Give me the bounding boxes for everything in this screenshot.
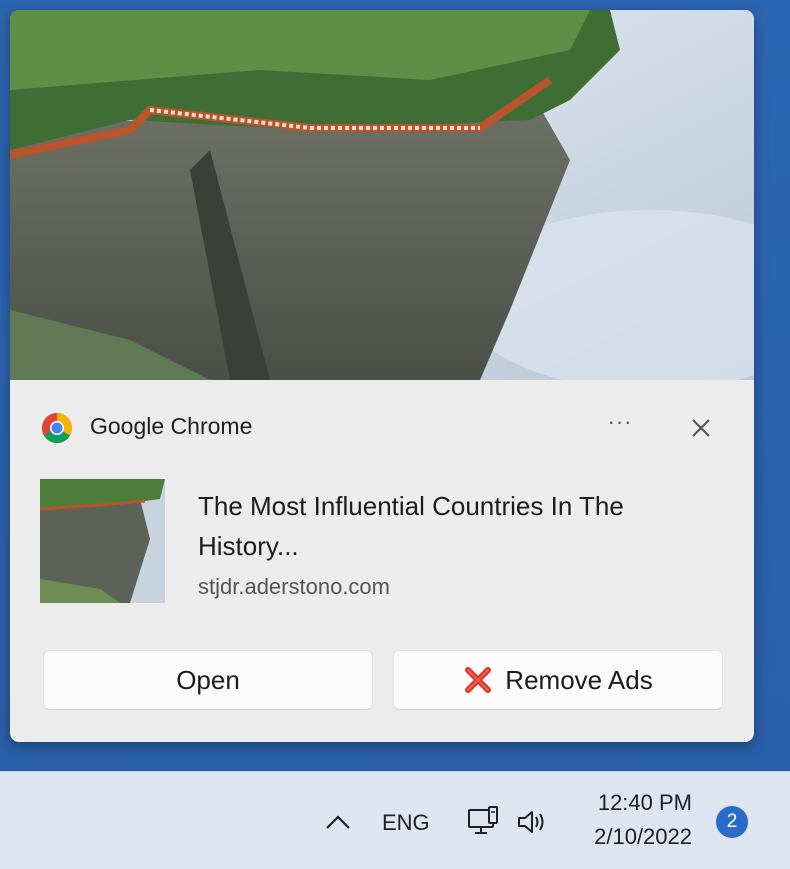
remove-ads-label: Remove Ads [505,664,653,695]
notification-header: Google Chrome ··· [10,380,754,470]
network-icon[interactable] [466,804,502,840]
chrome-icon [41,412,73,444]
more-options-icon: ··· [607,409,633,434]
red-x-icon [465,667,492,693]
language-indicator[interactable]: ENG [382,810,430,836]
clock-date[interactable]: 2/10/2022 [570,824,692,850]
show-hidden-icons-button[interactable] [323,812,353,832]
close-button[interactable] [686,413,716,443]
close-icon [692,419,710,437]
remove-ads-button[interactable]: Remove Ads [393,650,723,710]
volume-icon[interactable] [516,806,550,838]
chevron-up-icon [326,815,350,829]
notification-source: stjdr.aderstono.com [198,574,390,599]
open-button-label: Open [176,664,240,695]
notification-title: The Most Influential Countries In The Hi… [198,491,624,561]
more-options-button[interactable]: ··· [600,410,640,444]
toast-notification[interactable]: Google Chrome ··· The Most Influential C… [10,10,754,742]
notification-count-badge[interactable]: 2 [716,806,748,838]
open-button[interactable]: Open [43,650,373,710]
notification-thumbnail [40,479,165,603]
app-name: Google Chrome [90,413,253,439]
taskbar: ENG 12:40 PM 2/10/2022 2 [0,771,790,869]
clock-time[interactable]: 12:40 PM [570,790,692,816]
hero-image [10,10,754,380]
